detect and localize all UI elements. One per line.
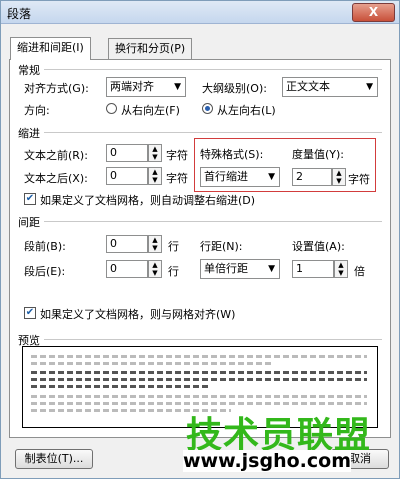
- direction-label: 方向:: [24, 104, 50, 117]
- paragraph-dialog: 段落 X 缩进和间距(I) 换行和分页(P) 常规 对齐方式(G): 两端对齐 …: [0, 0, 400, 479]
- setting-spinner[interactable]: ▲ ▼: [334, 260, 348, 278]
- space-before-label: 段前(B):: [24, 240, 66, 253]
- setting-input[interactable]: 1: [292, 260, 334, 278]
- tabs-button[interactable]: 制表位(T)...: [15, 449, 93, 469]
- setting-label: 设置值(A):: [292, 240, 345, 253]
- indent-before-label: 文本之前(R):: [24, 149, 88, 162]
- space-after-unit: 行: [168, 265, 179, 278]
- align-label: 对齐方式(G):: [24, 82, 89, 95]
- outline-label: 大纲级别(O):: [202, 82, 267, 95]
- measure-spinner[interactable]: ▲ ▼: [332, 168, 346, 186]
- preview-line: [31, 378, 367, 381]
- align-value: 两端对齐: [110, 80, 154, 93]
- special-format-value: 首行缩进: [204, 170, 248, 183]
- space-before-spinner[interactable]: ▲ ▼: [148, 235, 162, 253]
- tab-indent-spacing[interactable]: 缩进和间距(I): [10, 37, 91, 60]
- general-header: 常规: [18, 64, 40, 77]
- chevron-down-icon: ▼: [268, 172, 275, 182]
- indent-before-spinner[interactable]: ▲ ▼: [148, 144, 162, 162]
- measure-input[interactable]: 2: [292, 168, 332, 186]
- indent-before-unit: 字符: [166, 149, 188, 162]
- title-bar: 段落 X: [1, 1, 399, 24]
- outline-value: 正文文本: [286, 80, 330, 93]
- space-after-label: 段后(E):: [24, 265, 66, 278]
- indent-before-input[interactable]: 0: [106, 144, 148, 162]
- line-spacing-select[interactable]: 单倍行距 ▼: [200, 259, 280, 279]
- chevron-down-icon: ▼: [366, 82, 373, 92]
- indent-header: 缩进: [18, 127, 40, 140]
- spacing-header: 间距: [18, 216, 40, 229]
- indent-after-input[interactable]: 0: [106, 167, 148, 185]
- chevron-down-icon: ▼: [268, 264, 275, 274]
- preview-line: [31, 385, 211, 388]
- divider: [44, 69, 382, 70]
- indent-after-spinner[interactable]: ▲ ▼: [148, 167, 162, 185]
- preview-line: [31, 362, 271, 365]
- ltr-label: 从左向右(L): [217, 104, 276, 117]
- special-format-select[interactable]: 首行缩进 ▼: [200, 167, 280, 187]
- space-before-input[interactable]: 0: [106, 235, 148, 253]
- ltr-radio[interactable]: [202, 103, 213, 114]
- rtl-radio[interactable]: [106, 103, 117, 114]
- special-format-label: 特殊格式(S):: [200, 148, 264, 161]
- space-after-spinner[interactable]: ▲ ▼: [148, 260, 162, 278]
- setting-unit: 倍: [354, 265, 365, 278]
- watermark-url: www.jsgho.com: [183, 450, 351, 472]
- outline-select[interactable]: 正文文本 ▼: [282, 77, 378, 97]
- snap-grid-checkbox[interactable]: ✔: [24, 307, 36, 319]
- auto-indent-label: 如果定义了文档网格，则自动调整右缩进(D): [40, 194, 256, 207]
- line-spacing-label: 行距(N):: [200, 240, 243, 253]
- preview-line: [31, 371, 367, 374]
- divider: [44, 132, 382, 133]
- chevron-down-icon: ▼: [174, 82, 181, 92]
- preview-line: [31, 402, 367, 405]
- indent-after-label: 文本之后(X):: [24, 172, 88, 185]
- snap-grid-label: 如果定义了文档网格，则与网格对齐(W): [40, 308, 236, 321]
- align-select[interactable]: 两端对齐 ▼: [106, 77, 186, 97]
- rtl-label: 从右向左(F): [121, 104, 180, 117]
- tab-panel: 常规 对齐方式(G): 两端对齐 ▼ 大纲级别(O): 正文文本 ▼ 方向: 从…: [9, 59, 391, 438]
- preview-line: [31, 355, 367, 358]
- line-spacing-value: 单倍行距: [204, 262, 248, 275]
- auto-indent-checkbox[interactable]: ✔: [24, 193, 36, 205]
- measure-unit: 字符: [348, 173, 370, 186]
- measure-label: 度量值(Y):: [292, 148, 345, 161]
- preview-line: [31, 395, 367, 398]
- indent-after-unit: 字符: [166, 172, 188, 185]
- space-before-unit: 行: [168, 240, 179, 253]
- space-after-input[interactable]: 0: [106, 260, 148, 278]
- close-button[interactable]: X: [352, 3, 395, 22]
- divider: [44, 221, 382, 222]
- window-title: 段落: [7, 7, 32, 21]
- tab-line-page[interactable]: 换行和分页(P): [108, 38, 193, 59]
- divider: [44, 339, 382, 340]
